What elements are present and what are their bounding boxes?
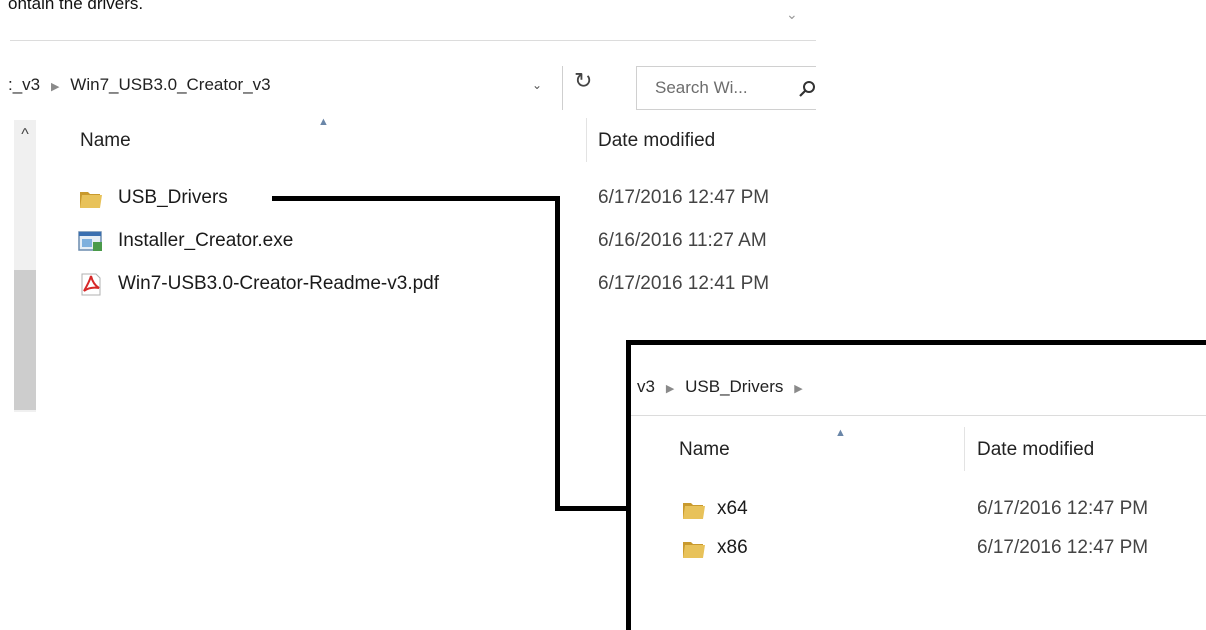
folder-date: 6/17/2016 12:47 PM — [977, 537, 1149, 558]
exe-icon — [78, 231, 102, 251]
search-box[interactable]: Search Wi... — [636, 66, 816, 110]
instruction-caption: ontain the drivers. — [8, 0, 144, 13]
column-header-name[interactable]: Name — [679, 439, 730, 461]
breadcrumb-current[interactable]: Win7_USB3.0_Creator_v3 — [70, 75, 270, 94]
file-name: Win7-USB3.0-Creator-Readme-v3.pdf — [118, 273, 440, 294]
address-separator — [562, 66, 563, 110]
connector-line — [272, 196, 560, 201]
search-input[interactable]: Search Wi... — [655, 78, 748, 98]
list-item[interactable]: Installer_Creator.exe 6/16/2016 11:27 AM — [78, 227, 818, 259]
column-header-date-modified[interactable]: Date modified — [977, 439, 1094, 461]
vertical-scrollbar[interactable]: ^ — [14, 120, 36, 412]
address-divider — [631, 415, 1206, 416]
file-date: 6/17/2016 12:41 PM — [598, 273, 770, 294]
address-bar[interactable]: v3 ▶ USB_Drivers ▶ — [637, 377, 803, 397]
sort-ascending-icon: ▲ — [835, 427, 846, 439]
breadcrumb-parent[interactable]: v3 — [637, 377, 655, 396]
breadcrumb-separator-icon: ▶ — [659, 383, 681, 395]
breadcrumb-separator-icon: ▶ — [44, 81, 66, 93]
scroll-up-icon[interactable]: ^ — [14, 120, 36, 146]
connector-line — [555, 196, 560, 511]
breadcrumb-separator-icon: ▶ — [788, 383, 803, 395]
list-item[interactable]: Win7-USB3.0-Creator-Readme-v3.pdf 6/17/2… — [78, 270, 818, 302]
refresh-icon[interactable]: ↻ — [574, 68, 592, 94]
breadcrumb-parent[interactable]: :_v3 — [8, 75, 40, 94]
folder-name: x86 — [717, 537, 748, 558]
pdf-icon — [81, 273, 101, 296]
list-item[interactable]: x86 6/17/2016 12:47 PM — [681, 534, 1206, 566]
column-divider[interactable] — [964, 427, 965, 471]
column-header-date-modified[interactable]: Date modified — [598, 130, 715, 152]
file-date: 6/16/2016 11:27 AM — [598, 230, 767, 251]
address-dropdown-icon[interactable]: ⌄ — [532, 78, 542, 92]
zoomed-folder-window: v3 ▶ USB_Drivers ▶ ▲ Name Date modified … — [626, 340, 1206, 630]
address-bar[interactable]: :_v3 ▶ Win7_USB3.0_Creator_v3 — [8, 75, 271, 95]
sort-ascending-icon: ▲ — [318, 116, 329, 128]
search-icon[interactable] — [798, 80, 816, 98]
file-name: Installer_Creator.exe — [118, 230, 294, 251]
chevron-down-icon[interactable]: ⌄ — [786, 6, 798, 23]
breadcrumb-current[interactable]: USB_Drivers — [685, 377, 783, 396]
column-divider[interactable] — [586, 118, 587, 162]
ribbon-divider — [10, 40, 816, 41]
folder-icon — [683, 542, 705, 558]
folder-date: 6/17/2016 12:47 PM — [977, 498, 1149, 519]
scroll-thumb[interactable] — [14, 270, 36, 410]
file-name: USB_Drivers — [118, 187, 228, 208]
file-date: 6/17/2016 12:47 PM — [598, 187, 770, 208]
folder-icon — [80, 192, 102, 208]
folder-icon — [683, 503, 705, 519]
list-item[interactable]: x64 6/17/2016 12:47 PM — [681, 495, 1206, 527]
column-header-name[interactable]: Name — [80, 130, 131, 152]
folder-name: x64 — [717, 498, 748, 519]
connector-line — [555, 506, 629, 511]
